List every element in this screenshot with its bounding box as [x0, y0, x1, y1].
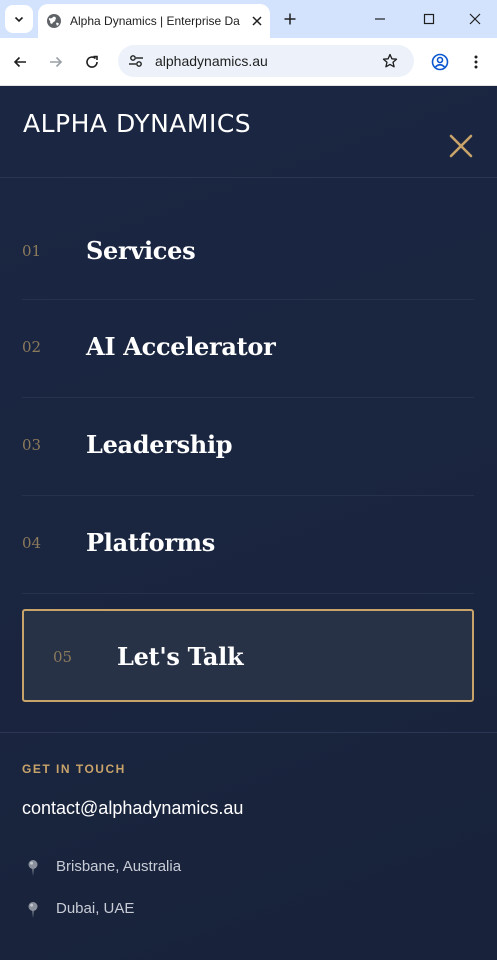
chevron-down-icon — [14, 16, 24, 23]
nav-item-number: 03 — [22, 436, 42, 454]
minimize-icon — [375, 18, 385, 20]
map-pin-icon — [28, 860, 38, 876]
map-pin-icon — [28, 902, 38, 918]
tab-search-button[interactable] — [5, 5, 33, 33]
more-vert-icon — [474, 55, 478, 69]
maximize-icon — [423, 13, 435, 25]
lets-talk-button[interactable]: 05 Let's Talk — [22, 609, 474, 702]
main-nav: 01 Services 02 AI Accelerator 03 Leaders… — [22, 202, 474, 594]
arrow-right-icon — [50, 56, 63, 68]
nav-item-number: 01 — [22, 242, 42, 260]
reload-button[interactable] — [80, 50, 104, 74]
nav-item-label: Leadership — [86, 430, 233, 459]
site-header: ALPHA DYNAMICS — [0, 86, 497, 178]
star-icon — [382, 53, 398, 68]
bookmark-button[interactable] — [380, 51, 400, 71]
window-close-button[interactable] — [461, 6, 489, 32]
nav-item-number: 04 — [22, 534, 42, 552]
nav-item-ai-accelerator[interactable]: 02 AI Accelerator — [22, 300, 474, 398]
location-item: Brisbane, Australia — [22, 856, 322, 878]
globe-icon — [47, 14, 61, 28]
account-icon — [431, 53, 449, 71]
url-text: alphadynamics.au — [155, 53, 268, 69]
nav-item-number: 02 — [22, 338, 42, 356]
location-label: Brisbane, Australia — [56, 858, 182, 875]
nav-item-platforms[interactable]: 04 Platforms — [22, 496, 474, 594]
minimize-button[interactable] — [366, 6, 394, 32]
reload-icon — [86, 55, 98, 68]
forward-button[interactable] — [44, 50, 68, 74]
maximize-button[interactable] — [415, 6, 443, 32]
address-bar[interactable]: alphadynamics.au — [118, 45, 414, 77]
nav-item-number: 05 — [53, 648, 73, 666]
close-icon — [252, 16, 262, 26]
browser-menu-button[interactable] — [464, 50, 488, 74]
contact-heading: GET IN TOUCH — [22, 762, 126, 776]
tab-close-button[interactable] — [248, 12, 266, 30]
tune-icon — [129, 55, 143, 67]
close-icon — [469, 13, 481, 25]
tab-title: Alpha Dynamics | Enterprise Da — [70, 14, 240, 28]
mobile-menu-overlay: ALPHA DYNAMICS 01 Services 02 AI Acceler… — [0, 86, 497, 960]
nav-item-label: Platforms — [86, 528, 215, 557]
nav-item-label: Services — [86, 236, 196, 265]
site-info-button[interactable] — [126, 51, 146, 71]
browser-toolbar: alphadynamics.au — [0, 38, 497, 86]
location-item: Dubai, UAE — [22, 898, 322, 920]
nav-item-services[interactable]: 01 Services — [22, 202, 474, 300]
nav-item-leadership[interactable]: 03 Leadership — [22, 398, 474, 496]
site-logo[interactable]: ALPHA DYNAMICS — [23, 109, 251, 139]
browser-tab-strip: Alpha Dynamics | Enterprise Da — [0, 0, 497, 38]
profile-button[interactable] — [428, 50, 452, 74]
nav-item-label: Let's Talk — [117, 642, 244, 671]
arrow-left-icon — [13, 56, 26, 68]
new-tab-button[interactable] — [280, 9, 300, 29]
plus-icon — [284, 13, 296, 25]
browser-tab[interactable]: Alpha Dynamics | Enterprise Da — [38, 4, 270, 38]
back-button[interactable] — [8, 50, 32, 74]
nav-item-label: AI Accelerator — [86, 332, 276, 361]
contact-email-link[interactable]: contact@alphadynamics.au — [22, 797, 243, 819]
location-label: Dubai, UAE — [56, 900, 135, 917]
section-divider — [0, 732, 497, 733]
close-menu-icon[interactable] — [448, 133, 474, 159]
